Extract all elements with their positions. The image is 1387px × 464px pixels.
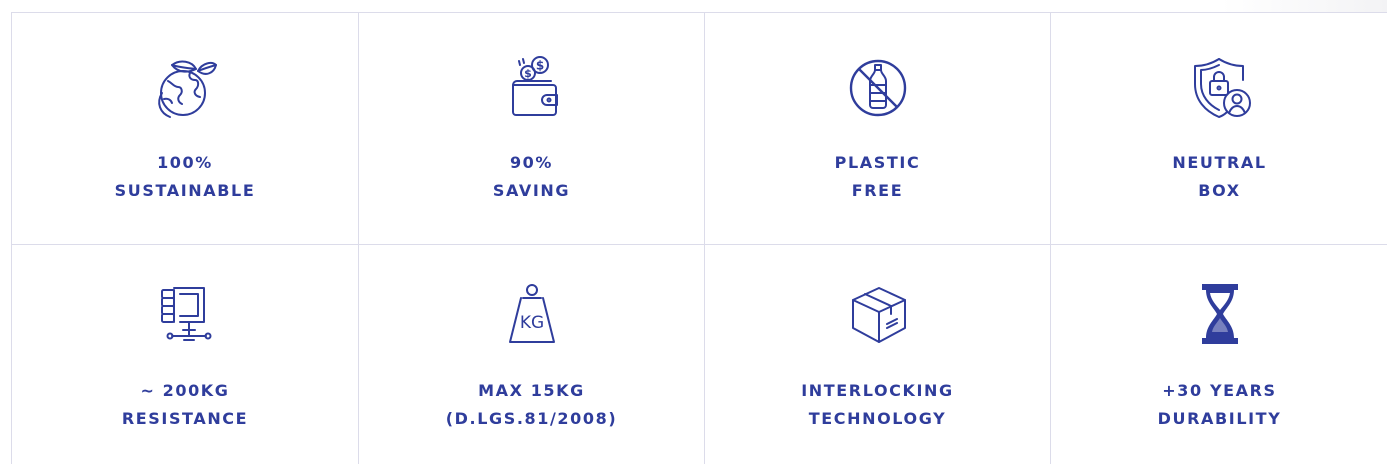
feature-section: 100% SUSTAINABLE $ $ 90% SAVING PLASTIC … <box>0 0 1387 464</box>
feature-card-neutral-box: NEUTRAL BOX <box>1051 13 1387 245</box>
feature-card-sustainable: 100% SUSTAINABLE <box>12 13 359 245</box>
feature-label: PLASTIC FREE <box>834 153 921 200</box>
feature-card-durability: +30 YEARS DURABILITY <box>1051 245 1387 464</box>
feature-card-max-weight: KG MAX 15KG (D.LGS.81/2008) <box>359 245 705 464</box>
earth-leaves-icon <box>150 53 220 123</box>
kg-weight-icon: KG <box>497 278 567 348</box>
cardboard-box-icon <box>843 278 913 348</box>
feature-label: 100% SUSTAINABLE <box>114 153 256 200</box>
feature-label: 90% SAVING <box>492 153 571 200</box>
feature-label: INTERLOCKING TECHNOLOGY <box>801 381 954 428</box>
svg-text:$: $ <box>524 67 532 80</box>
no-plastic-bottle-icon <box>843 53 913 123</box>
feature-label: ~ 200KG RESISTANCE <box>121 381 249 428</box>
shield-user-lock-icon <box>1185 53 1255 123</box>
feature-label: MAX 15KG (D.LGS.81/2008) <box>445 381 618 428</box>
svg-text:$: $ <box>535 59 543 73</box>
feature-card-resistance: ~ 200KG RESISTANCE <box>12 245 359 464</box>
feature-label: +30 YEARS DURABILITY <box>1157 381 1282 428</box>
feature-card-plastic-free: PLASTIC FREE <box>705 13 1051 245</box>
feature-card-saving: $ $ 90% SAVING <box>359 13 705 245</box>
hourglass-icon <box>1185 278 1255 348</box>
feature-grid: 100% SUSTAINABLE $ $ 90% SAVING PLASTIC … <box>11 12 1387 464</box>
feature-card-interlocking: INTERLOCKING TECHNOLOGY <box>705 245 1051 464</box>
clamp-press-icon <box>150 278 220 348</box>
svg-text:KG: KG <box>519 313 543 333</box>
feature-label: NEUTRAL BOX <box>1172 153 1267 200</box>
wallet-coins-icon: $ $ <box>497 53 567 123</box>
